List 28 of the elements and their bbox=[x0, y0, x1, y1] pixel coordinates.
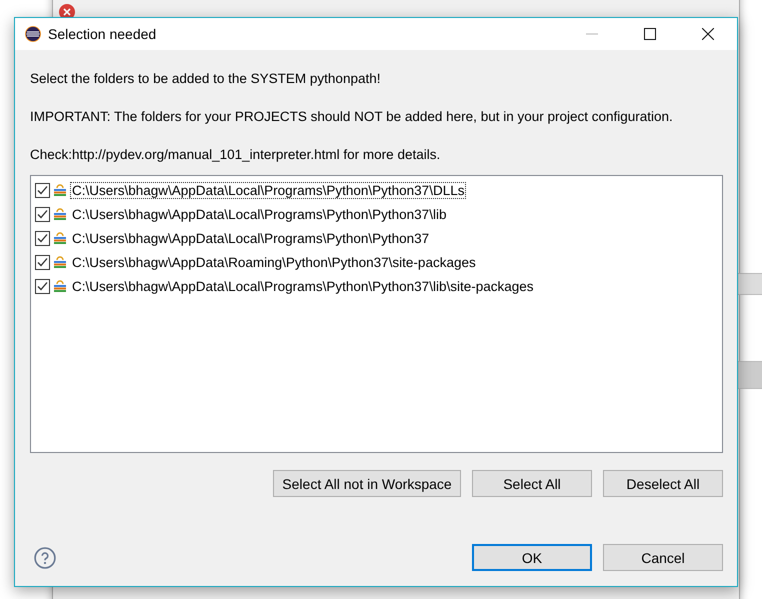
message-text: Check:http://pydev.org/manual_101_interpreter.html for more details. bbox=[30, 146, 442, 164]
app-icon bbox=[25, 26, 41, 42]
checkbox[interactable] bbox=[35, 254, 50, 270]
folder-path[interactable]: C:\Users\bhagw\AppData\Local\Programs\Python\Python37\DLLs bbox=[70, 182, 466, 198]
checkbox[interactable] bbox=[35, 182, 50, 198]
folder-path[interactable]: C:\Users\bhagw\AppData\Local\Programs\Python\Python37\lib\site-packages bbox=[70, 278, 536, 294]
library-icon bbox=[53, 255, 67, 269]
checkbox[interactable] bbox=[35, 278, 50, 294]
window-title: Selection needed bbox=[48, 26, 156, 42]
checkbox[interactable] bbox=[35, 206, 50, 222]
maximize-icon bbox=[644, 28, 656, 40]
close-icon bbox=[702, 28, 714, 40]
dialog-button[interactable]: Cancel bbox=[603, 544, 723, 571]
dialog-button[interactable]: OK bbox=[472, 544, 592, 571]
checkbox[interactable] bbox=[35, 230, 50, 246]
library-icon bbox=[53, 279, 67, 293]
library-icon bbox=[53, 183, 67, 197]
selection-button[interactable]: Select All bbox=[472, 470, 592, 497]
folder-path[interactable]: C:\Users\bhagw\AppData\Local\Programs\Python\Python37 bbox=[70, 230, 432, 246]
folder-path[interactable]: C:\Users\bhagw\AppData\Roaming\Python\Python37\site-packages bbox=[70, 254, 478, 270]
folder-path[interactable]: C:\Users\bhagw\AppData\Local\Programs\Python\Python37\lib bbox=[70, 206, 448, 222]
help-icon[interactable] bbox=[34, 546, 56, 568]
selection-button[interactable]: Deselect All bbox=[603, 470, 723, 497]
message-text: Select the folders to be added to the SYSTEM pythonpath! bbox=[30, 70, 382, 88]
selection-button[interactable]: Select All not in Workspace bbox=[273, 470, 461, 497]
message-text: IMPORTANT: The folders for your PROJECTS should NOT be added here, but in your project configuration. bbox=[30, 108, 674, 126]
library-icon bbox=[53, 231, 67, 245]
library-icon bbox=[53, 207, 67, 221]
